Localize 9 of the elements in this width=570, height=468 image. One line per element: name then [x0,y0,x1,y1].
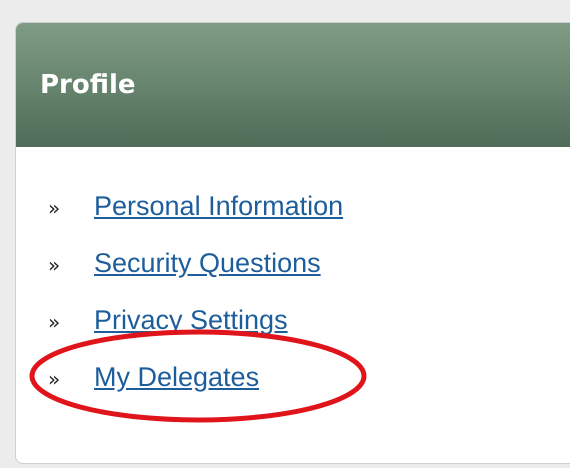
bullet-marker: » [48,253,62,277]
profile-link[interactable]: Personal Information [94,191,344,222]
profile-link[interactable]: Security Questions [94,248,321,279]
bullet-marker: » [48,367,62,391]
bullet-marker: » [48,196,62,220]
panel-title: Profile [40,70,136,100]
bullet-marker: » [48,310,62,334]
profile-link[interactable]: My Delegates [94,362,260,393]
profile-link[interactable]: Privacy Settings [94,305,288,336]
